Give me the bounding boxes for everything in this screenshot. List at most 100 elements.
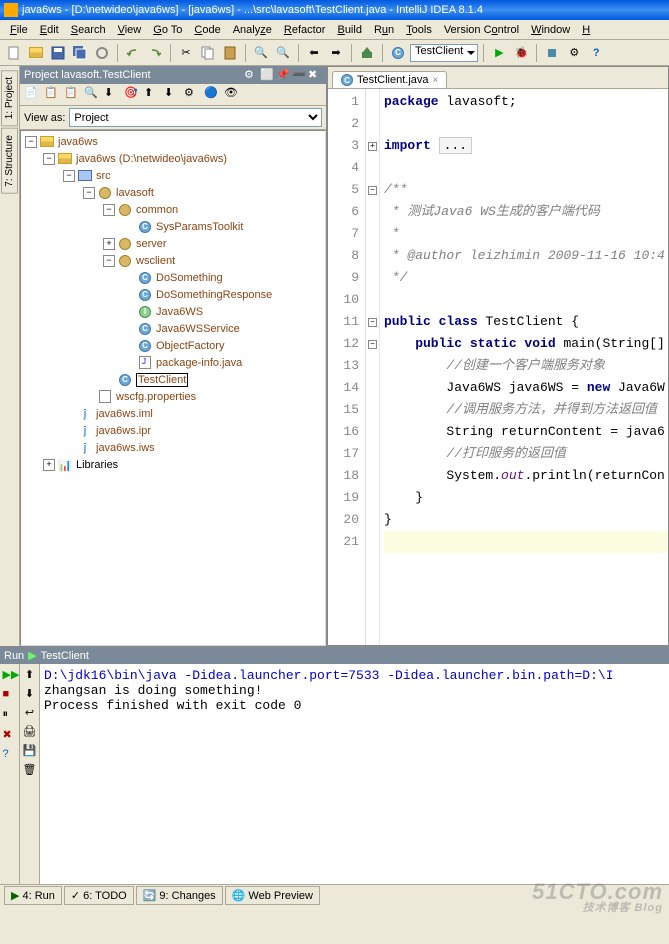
menu-file[interactable]: File bbox=[4, 22, 34, 38]
sync-button[interactable] bbox=[92, 43, 112, 63]
menu-tools[interactable]: Tools bbox=[400, 22, 438, 38]
flatten-button[interactable]: ⬇ bbox=[104, 86, 121, 103]
tree-cls-sysparams[interactable]: SysParamsToolkit bbox=[156, 221, 243, 233]
export-button[interactable]: 💾 bbox=[23, 744, 37, 757]
redo-button[interactable] bbox=[145, 43, 165, 63]
menu-view[interactable]: View bbox=[112, 22, 148, 38]
menu-window[interactable]: Window bbox=[525, 22, 576, 38]
expand-icon[interactable]: + bbox=[43, 459, 55, 471]
forward-button[interactable]: ➡ bbox=[326, 43, 346, 63]
tree-file-iws[interactable]: java6ws.iws bbox=[96, 442, 155, 454]
sidebar-tab-project[interactable]: 1: Project bbox=[1, 70, 18, 126]
expand-icon[interactable]: − bbox=[83, 187, 95, 199]
expand-icon[interactable]: − bbox=[25, 136, 37, 148]
wrap-button[interactable]: ↩ bbox=[25, 706, 34, 719]
tree-libraries[interactable]: Libraries bbox=[76, 459, 118, 471]
stop-button[interactable]: ■ bbox=[3, 688, 17, 702]
menu-goto[interactable]: Go To bbox=[147, 22, 188, 38]
new-item-button[interactable]: 📄 bbox=[24, 86, 41, 103]
sidebar-tab-structure[interactable]: 7: Structure bbox=[1, 128, 18, 194]
config-icon[interactable]: C bbox=[388, 43, 408, 63]
tree-module[interactable]: java6ws (D:\netwideo\java6ws) bbox=[76, 153, 227, 165]
close-button[interactable]: ✖ bbox=[3, 728, 17, 742]
expand-icon[interactable]: − bbox=[103, 204, 115, 216]
tree-cls-testclient[interactable]: TestClient bbox=[136, 373, 188, 387]
tree-file-ipr[interactable]: java6ws.ipr bbox=[96, 425, 151, 437]
tree-cls-dosomethingresp[interactable]: DoSomethingResponse bbox=[156, 289, 272, 301]
panel-float-icon[interactable]: ⬜ bbox=[260, 68, 274, 82]
hide-button[interactable]: 👁 bbox=[224, 86, 241, 103]
copy-button[interactable] bbox=[198, 43, 218, 63]
run-button[interactable]: ▶ bbox=[489, 43, 509, 63]
menu-edit[interactable]: Edit bbox=[34, 22, 65, 38]
code-lines[interactable]: package lavasoft;import .../** * 测试Java6… bbox=[380, 89, 668, 645]
tree-pkg-server[interactable]: server bbox=[136, 238, 167, 250]
menu-run[interactable]: Run bbox=[368, 22, 400, 38]
panel-min-icon[interactable]: ➖ bbox=[292, 68, 306, 82]
panel-gear-icon[interactable]: ⚙ bbox=[244, 68, 258, 82]
rerun-button[interactable]: ▶▶ bbox=[3, 668, 17, 682]
menu-refactor[interactable]: Refactor bbox=[278, 22, 332, 38]
expand-icon[interactable]: − bbox=[103, 255, 115, 267]
module-button[interactable]: 🔵 bbox=[204, 86, 221, 103]
tree-root[interactable]: java6ws bbox=[58, 136, 98, 148]
help-button[interactable]: ? bbox=[586, 43, 606, 63]
project-tree[interactable]: −java6ws −java6ws (D:\netwideo\java6ws) … bbox=[20, 130, 326, 646]
find-button[interactable]: 🔍 bbox=[251, 43, 271, 63]
bottom-tab-todo[interactable]: ✓6: TODO bbox=[64, 886, 134, 905]
make-button[interactable] bbox=[357, 43, 377, 63]
vcs-button[interactable] bbox=[542, 43, 562, 63]
menu-code[interactable]: Code bbox=[188, 22, 226, 38]
tree-pkg-common[interactable]: common bbox=[136, 204, 178, 216]
clear-button[interactable]: 🗑 bbox=[23, 763, 37, 776]
menu-search[interactable]: Search bbox=[65, 22, 112, 38]
fold-gutter[interactable]: +−−− bbox=[366, 89, 380, 645]
autoscroll-button[interactable]: 🎯 bbox=[124, 86, 141, 103]
up-button[interactable]: ⬆ bbox=[25, 668, 34, 681]
tree-cls-dosomething[interactable]: DoSomething bbox=[156, 272, 223, 284]
debug-button[interactable]: 🐞 bbox=[511, 43, 531, 63]
help-icon[interactable]: ? bbox=[3, 748, 17, 762]
editor-tab[interactable]: C TestClient.java × bbox=[332, 71, 447, 88]
collapse-button[interactable]: ⬆ bbox=[144, 86, 161, 103]
tree-cls-java6wsservice[interactable]: Java6WSService bbox=[156, 323, 240, 335]
settings2-button[interactable]: ⚙ bbox=[184, 86, 201, 103]
settings-button[interactable]: ⚙ bbox=[564, 43, 584, 63]
tree-file-pkginfo[interactable]: package-info.java bbox=[156, 357, 242, 369]
bottom-tab-web[interactable]: 🌐Web Preview bbox=[225, 886, 320, 905]
tree-iface-java6ws[interactable]: Java6WS bbox=[156, 306, 203, 318]
panel-pin-icon[interactable]: 📌 bbox=[276, 68, 290, 82]
bottom-tab-run[interactable]: ▶4: Run bbox=[4, 886, 62, 905]
pause-button[interactable]: ⏸ bbox=[3, 708, 17, 722]
menu-analyze[interactable]: Analyze bbox=[227, 22, 278, 38]
find-item-button[interactable]: 🔍 bbox=[84, 86, 101, 103]
open-button[interactable] bbox=[26, 43, 46, 63]
run-output[interactable]: D:\jdk16\bin\java -Didea.launcher.port=7… bbox=[40, 664, 669, 884]
view-as-select[interactable]: Project bbox=[69, 108, 322, 127]
menu-vcs[interactable]: Version Control bbox=[438, 22, 525, 38]
bottom-tab-changes[interactable]: 🔄9: Changes bbox=[136, 886, 223, 905]
saveall-button[interactable] bbox=[70, 43, 90, 63]
run-config-dropdown[interactable]: TestClient bbox=[410, 44, 478, 62]
undo-button[interactable] bbox=[123, 43, 143, 63]
tree-file-wscfg[interactable]: wscfg.properties bbox=[116, 391, 196, 403]
tree-src[interactable]: src bbox=[96, 170, 111, 182]
print-button[interactable]: 🖨 bbox=[23, 725, 37, 738]
expand-icon[interactable]: − bbox=[63, 170, 75, 182]
panel-close-icon[interactable]: ✖ bbox=[308, 68, 322, 82]
tree-pkg-lavasoft[interactable]: lavasoft bbox=[116, 187, 154, 199]
paste-button[interactable] bbox=[220, 43, 240, 63]
new-file-button[interactable] bbox=[4, 43, 24, 63]
expand-button[interactable]: ⬇ bbox=[164, 86, 181, 103]
tree-pkg-wsclient[interactable]: wsclient bbox=[136, 255, 175, 267]
tree-file-iml[interactable]: java6ws.iml bbox=[96, 408, 153, 420]
paste-item-button[interactable]: 📋 bbox=[64, 86, 81, 103]
menu-help[interactable]: H bbox=[576, 22, 596, 38]
copy-item-button[interactable]: 📋 bbox=[44, 86, 61, 103]
back-button[interactable]: ⬅ bbox=[304, 43, 324, 63]
save-button[interactable] bbox=[48, 43, 68, 63]
menu-build[interactable]: Build bbox=[331, 22, 367, 38]
close-tab-icon[interactable]: × bbox=[433, 75, 439, 86]
expand-icon[interactable]: + bbox=[103, 238, 115, 250]
down-button[interactable]: ⬇ bbox=[25, 687, 34, 700]
